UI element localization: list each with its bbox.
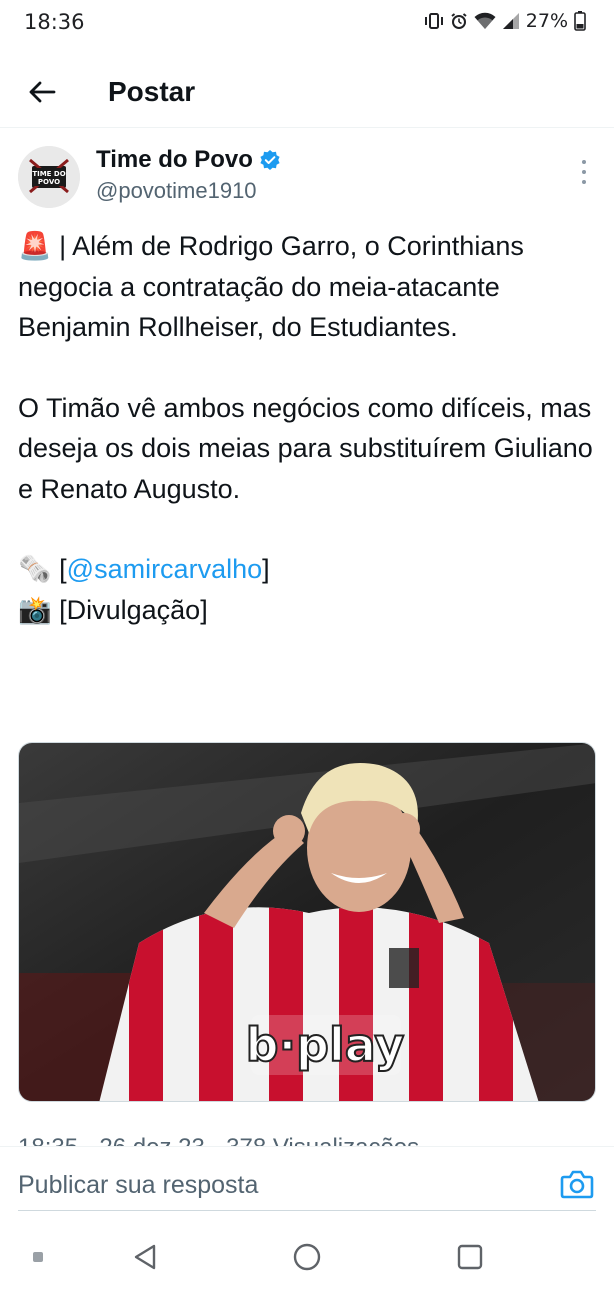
- signal-icon: [502, 12, 520, 30]
- source-bracket: [: [59, 554, 67, 584]
- nav-recents-button[interactable]: [455, 1242, 485, 1272]
- author-handle[interactable]: @povotime1910: [96, 178, 257, 204]
- camera-icon: [560, 1170, 594, 1199]
- verified-badge-icon: [260, 150, 280, 170]
- reply-input[interactable]: Publicar sua resposta: [18, 1155, 596, 1211]
- mention-link[interactable]: @samircarvalho: [67, 554, 262, 584]
- alarm-icon: [450, 12, 468, 30]
- photo-credit-line: 📸 [Divulgação]: [18, 594, 208, 625]
- status-icons: 27%: [424, 10, 586, 32]
- status-time: 18:36: [24, 10, 85, 34]
- more-options-button[interactable]: [576, 160, 592, 184]
- svg-text:POVO: POVO: [38, 178, 60, 186]
- avatar[interactable]: TIME DO POVO: [18, 146, 80, 208]
- source-bracket: ]: [262, 554, 270, 584]
- arrow-left-icon: [29, 81, 56, 103]
- nav-home-button[interactable]: [292, 1242, 322, 1272]
- tweet-paragraph: O Timão vê ambos negócios como difíceis,…: [18, 392, 593, 504]
- tweet-image[interactable]: b·play: [18, 742, 596, 1102]
- page-title: Postar: [108, 76, 196, 107]
- sponsor-logo: b·play: [246, 1018, 405, 1072]
- reply-bar: Publicar sua resposta: [0, 1146, 614, 1218]
- author-name-text: Time do Povo: [96, 146, 253, 173]
- square-recents-icon: [457, 1244, 483, 1270]
- tweet-text: 🚨 | Além de Rodrigo Garro, o Corinthians…: [18, 226, 598, 630]
- author-name[interactable]: Time do Povo: [96, 146, 281, 174]
- vibrate-icon: [424, 12, 444, 30]
- back-button[interactable]: [22, 72, 62, 112]
- top-app-bar: Postar: [0, 56, 614, 128]
- tweet-paragraph: 🚨 | Além de Rodrigo Garro, o Corinthians…: [18, 231, 524, 342]
- circle-home-icon: [293, 1243, 321, 1271]
- more-dot-icon: [582, 170, 586, 174]
- menu-icon[interactable]: [33, 1252, 43, 1262]
- player-photo: b·play: [19, 743, 595, 1101]
- battery-text: 27%: [525, 10, 568, 32]
- camera-button[interactable]: [560, 1169, 594, 1199]
- status-bar: 18:36 27%: [0, 0, 614, 48]
- more-dot-icon: [582, 180, 586, 184]
- svg-text:TIME DO: TIME DO: [32, 170, 65, 178]
- source-line: 🗞️ [@samircarvalho]: [18, 549, 598, 590]
- nav-back-button[interactable]: [130, 1242, 160, 1272]
- newspaper-icon: 🗞️: [18, 554, 52, 584]
- system-nav-bar: [0, 1218, 614, 1296]
- triangle-back-icon: [134, 1244, 156, 1270]
- battery-icon: [574, 11, 586, 31]
- wifi-icon: [474, 12, 496, 30]
- more-dot-icon: [582, 160, 586, 164]
